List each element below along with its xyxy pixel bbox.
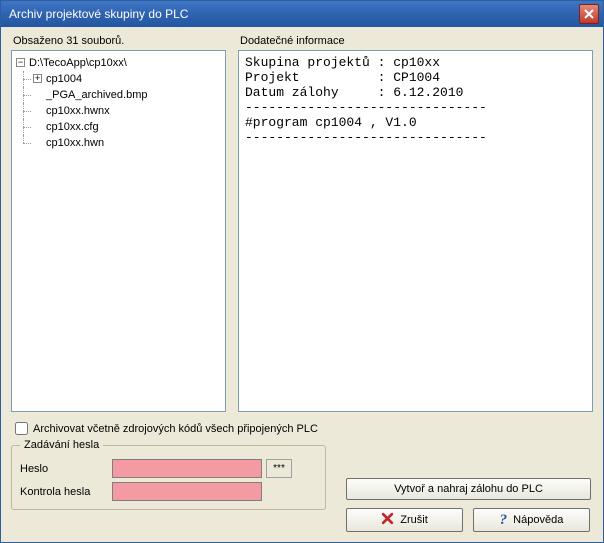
tree-node-label: _PGA_archived.bmp (46, 89, 148, 101)
tree-expander[interactable]: + (33, 74, 42, 83)
tree-node[interactable]: cp10xx.hwnx (33, 103, 223, 119)
window-title: Archiv projektové skupiny do PLC (9, 7, 579, 21)
password-legend: Zadávání hesla (20, 439, 103, 451)
password-mask-indicator: *** (266, 459, 292, 478)
create-upload-button[interactable]: Vytvoř a nahraj zálohu do PLC (346, 478, 591, 500)
tree-node-label: cp1004 (46, 73, 82, 85)
cancel-button[interactable]: Zrušit (346, 508, 463, 532)
cancel-label: Zrušit (400, 514, 428, 526)
help-label: Nápověda (513, 514, 563, 526)
tree-node[interactable]: + cp1004 (33, 71, 223, 87)
help-button[interactable]: ? Nápověda (473, 508, 590, 532)
title-bar: Archiv projektové skupiny do PLC (1, 1, 603, 27)
close-button[interactable] (579, 4, 599, 24)
password-confirm-input[interactable] (112, 482, 262, 501)
close-icon (584, 9, 594, 19)
tree-node-label: cp10xx.hwn (46, 138, 104, 150)
help-icon: ? (500, 512, 508, 529)
cancel-icon (381, 512, 394, 528)
archive-sources-label: Archivovat včetně zdrojových kódů všech … (33, 423, 318, 435)
password-label: Heslo (20, 463, 108, 475)
tree-node[interactable]: cp10xx.hwn (33, 135, 223, 151)
tree-node[interactable]: _PGA_archived.bmp (33, 87, 223, 103)
archive-sources-checkbox[interactable] (15, 422, 28, 435)
password-input[interactable] (112, 459, 262, 478)
tree-node-label: cp10xx.hwnx (46, 105, 110, 117)
info-panel: Skupina projektů : cp10xx Projekt : CP10… (238, 50, 593, 412)
password-confirm-label: Kontrola hesla (20, 486, 108, 498)
tree-root-label[interactable]: D:\TecoApp\cp10xx\ (29, 57, 127, 69)
password-fieldset: Zadávání hesla Heslo *** Kontrola hesla (11, 439, 326, 510)
info-header: Dodatečné informace (240, 35, 593, 47)
tree-node[interactable]: cp10xx.cfg (33, 119, 223, 135)
create-upload-label: Vytvoř a nahraj zálohu do PLC (394, 483, 543, 495)
tree-node-label: cp10xx.cfg (46, 121, 99, 133)
files-count-label: Obsaženo 31 souborů. (13, 35, 226, 47)
tree-expander[interactable]: − (16, 58, 25, 67)
file-tree[interactable]: −D:\TecoApp\cp10xx\ + cp1004 _PGA_archived… (11, 50, 226, 412)
